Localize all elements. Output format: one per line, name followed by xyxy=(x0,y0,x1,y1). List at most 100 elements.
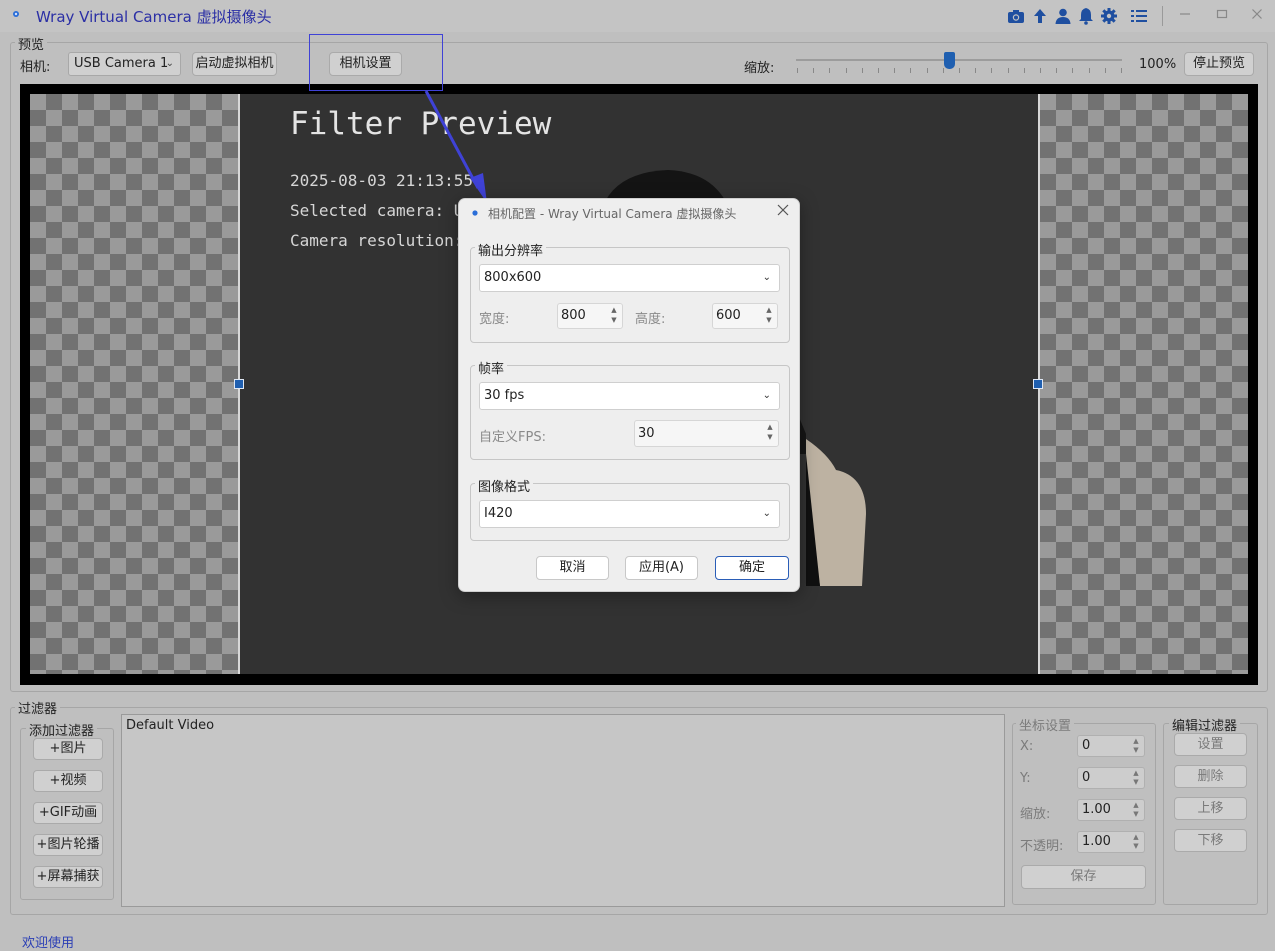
edit-filter-group-title: 编辑过滤器 xyxy=(1169,715,1241,734)
slider-tick xyxy=(1088,68,1090,73)
zoom-label: 缩放: xyxy=(744,61,775,76)
x-spinbox[interactable]: 0 ▲ ▼ xyxy=(1077,735,1145,757)
stop-preview-button[interactable]: 停止预览 xyxy=(1184,52,1254,76)
filter-delete-button[interactable]: 删除 xyxy=(1174,765,1247,788)
crop-handle-left[interactable] xyxy=(234,379,244,389)
scale-spinbox[interactable]: 1.00 ▲ ▼ xyxy=(1077,799,1145,821)
fps-select[interactable]: 30 fps ⌄ xyxy=(479,382,780,410)
close-icon[interactable] xyxy=(1243,4,1271,28)
spin-arrows-icon[interactable]: ▲ ▼ xyxy=(764,305,774,325)
gear-icon[interactable] xyxy=(1099,7,1119,27)
height-value: 600 xyxy=(716,308,741,323)
transparent-area-right xyxy=(1040,94,1248,674)
list-item[interactable]: Default Video xyxy=(126,718,214,733)
opacity-label: 不透明: xyxy=(1020,839,1064,854)
chevron-down-icon: ⌄ xyxy=(762,390,771,401)
slider-tick xyxy=(1056,68,1058,73)
slider-tick xyxy=(1023,68,1025,73)
overlay-line-camera: Selected camera: US xyxy=(290,201,474,220)
camera-icon[interactable] xyxy=(1006,7,1026,27)
spin-arrows-icon[interactable]: ▲ ▼ xyxy=(1131,769,1141,787)
format-select[interactable]: I420 ⌄ xyxy=(479,500,780,528)
camera-select-value: USB Camera 1 xyxy=(74,56,169,71)
camera-select[interactable]: USB Camera 1 ⌄ xyxy=(68,52,181,76)
custom-fps-value: 30 xyxy=(638,426,655,441)
preview-group-title: 预览 xyxy=(15,34,48,53)
start-virtual-camera-button[interactable]: 启动虚拟相机 xyxy=(192,52,277,76)
filter-settings-button[interactable]: 设置 xyxy=(1174,733,1247,756)
spin-arrows-icon[interactable]: ▲ ▼ xyxy=(609,305,619,325)
scale-label: 缩放: xyxy=(1020,807,1051,822)
spin-arrows-icon[interactable]: ▲ ▼ xyxy=(1131,833,1141,851)
chevron-down-icon: ⌄ xyxy=(762,272,771,283)
spin-arrows-icon[interactable]: ▲ ▼ xyxy=(765,422,775,442)
x-label: X: xyxy=(1020,739,1034,754)
slider-tick xyxy=(926,68,928,73)
zoom-slider-track[interactable] xyxy=(796,59,1122,61)
overlay-line-timestamp: 2025-08-03 21:13:55 xyxy=(290,171,474,190)
y-value: 0 xyxy=(1082,770,1091,785)
slider-tick xyxy=(829,68,831,73)
add-filter-group-title: 添加过滤器 xyxy=(26,720,98,739)
resolution-select[interactable]: 800x600 ⌄ xyxy=(479,264,780,292)
ok-button[interactable]: 确定 xyxy=(715,556,789,580)
x-value: 0 xyxy=(1082,738,1091,753)
spin-arrows-icon[interactable]: ▲ ▼ xyxy=(1131,801,1141,819)
zoom-slider-handle[interactable] xyxy=(944,52,956,69)
format-select-value: I420 xyxy=(484,506,513,521)
slider-tick xyxy=(991,68,993,73)
width-spinbox[interactable]: 800 ▲ ▼ xyxy=(557,303,623,329)
filter-list[interactable]: Default Video xyxy=(121,714,1005,907)
slider-tick xyxy=(959,68,960,73)
resolution-group-title: 输出分辨率 xyxy=(475,240,547,259)
camera-label: 相机: xyxy=(20,60,51,75)
slider-tick xyxy=(1040,68,1041,73)
custom-fps-spinbox[interactable]: 30 ▲ ▼ xyxy=(634,420,779,447)
y-spinbox[interactable]: 0 ▲ ▼ xyxy=(1077,767,1145,789)
add-video-button[interactable]: +视频 xyxy=(33,770,103,792)
opacity-spinbox[interactable]: 1.00 ▲ ▼ xyxy=(1077,831,1145,853)
crop-handle-right[interactable] xyxy=(1033,379,1043,389)
dialog-close-icon[interactable] xyxy=(776,203,794,221)
app-camera-icon xyxy=(9,7,23,21)
maximize-icon[interactable] xyxy=(1208,4,1236,28)
fps-group-title: 帧率 xyxy=(475,358,508,377)
height-spinbox[interactable]: 600 ▲ ▼ xyxy=(712,303,778,329)
fps-select-value: 30 fps xyxy=(484,388,525,403)
custom-fps-label: 自定义FPS: xyxy=(479,430,546,445)
slider-tick xyxy=(861,68,863,73)
chevron-down-icon: ⌄ xyxy=(165,58,174,69)
spin-arrows-icon[interactable]: ▲ ▼ xyxy=(1131,737,1141,755)
scale-value: 1.00 xyxy=(1082,802,1111,817)
filter-move-up-button[interactable]: 上移 xyxy=(1174,797,1247,820)
add-image-button[interactable]: +图片 xyxy=(33,738,103,760)
list-icon[interactable] xyxy=(1129,7,1149,27)
filters-group-title: 过滤器 xyxy=(15,698,61,717)
coords-group-title: 坐标设置 xyxy=(1016,715,1075,734)
slider-tick xyxy=(797,68,798,73)
bell-icon[interactable] xyxy=(1076,7,1096,27)
slider-tick xyxy=(942,68,944,73)
width-value: 800 xyxy=(561,308,586,323)
overlay-title: Filter Preview xyxy=(290,106,552,142)
opacity-value: 1.00 xyxy=(1082,834,1111,849)
slider-tick xyxy=(1104,68,1106,73)
upload-arrow-icon[interactable] xyxy=(1030,7,1050,27)
add-slideshow-button[interactable]: +图片轮播 xyxy=(33,834,103,856)
minimize-icon[interactable] xyxy=(1171,4,1199,28)
user-icon[interactable] xyxy=(1053,7,1073,27)
save-coords-button[interactable]: 保存 xyxy=(1021,865,1146,889)
add-screen-capture-button[interactable]: +屏幕捕获 xyxy=(33,866,103,888)
slider-tick xyxy=(813,68,815,73)
slider-tick xyxy=(845,68,847,73)
toolbar-separator xyxy=(1162,6,1163,26)
apply-button[interactable]: 应用(A) xyxy=(625,556,698,580)
slider-tick xyxy=(878,68,879,73)
camera-config-dialog: 相机配置 - Wray Virtual Camera 虚拟摄像头 输出分辨率 8… xyxy=(458,198,800,592)
slider-tick xyxy=(894,68,896,73)
filter-move-down-button[interactable]: 下移 xyxy=(1174,829,1247,852)
add-gif-button[interactable]: +GIF动画 xyxy=(33,802,103,824)
dialog-title: 相机配置 - Wray Virtual Camera 虚拟摄像头 xyxy=(488,207,737,221)
cancel-button[interactable]: 取消 xyxy=(536,556,609,580)
height-label: 高度: xyxy=(635,312,666,327)
